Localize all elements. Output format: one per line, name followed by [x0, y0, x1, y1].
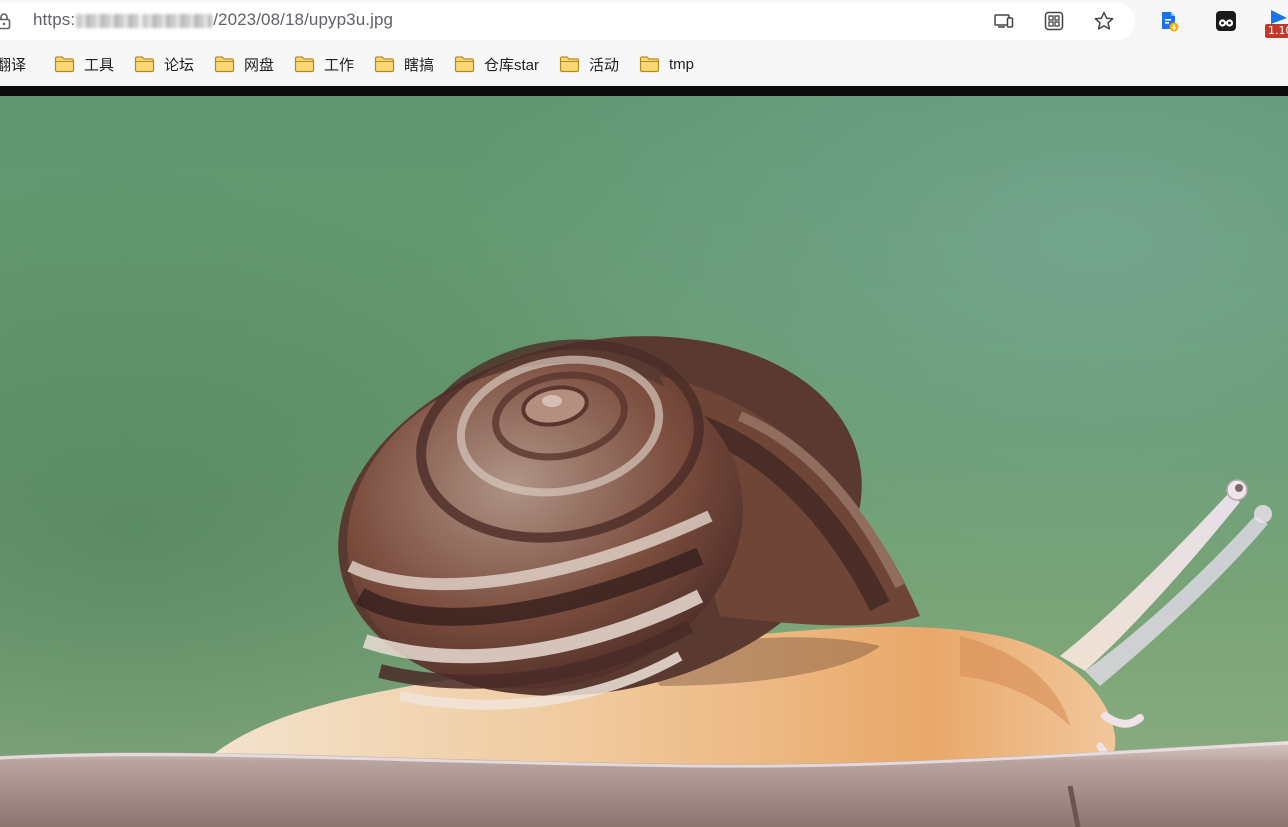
url-text[interactable]: https: /2023/08/18/upyp3u.jpg: [33, 10, 393, 30]
lock-icon[interactable]: [0, 12, 13, 30]
star-bookmark-icon[interactable]: [1093, 10, 1115, 32]
bookmark-label: 工作: [324, 56, 355, 74]
snail-photo: [0, 96, 1288, 827]
bookmark-label: 翻译: [0, 56, 27, 74]
bookmark-folder-netdisk[interactable]: 网盘: [214, 53, 274, 75]
folder-icon: [639, 56, 660, 73]
bookmark-folder-work[interactable]: 工作: [294, 53, 354, 75]
address-bar-row: https: /2023/08/18/upyp3u.jpg 1.10: [0, 0, 1288, 44]
folder-icon: [559, 56, 580, 73]
folder-icon: [294, 56, 315, 73]
folder-icon: [54, 56, 75, 73]
url-prefix: https:: [33, 10, 76, 29]
viewer-top-border: [0, 86, 1288, 96]
apps-grid-icon[interactable]: [1043, 10, 1065, 32]
bookmark-folder-tinker[interactable]: 瞎搞: [374, 53, 434, 75]
extension-badge-count: 1.10: [1265, 24, 1288, 38]
bookmark-label: 活动: [589, 56, 620, 74]
bookmark-label: 瞎搞: [404, 56, 435, 74]
folder-icon: [454, 56, 475, 73]
image-viewer: [0, 96, 1288, 827]
redacted-host-2: [142, 13, 213, 28]
file-download-extension-icon[interactable]: [1158, 10, 1180, 32]
bookmark-folder-forum[interactable]: 论坛: [134, 53, 194, 75]
bookmark-folder-tmp[interactable]: tmp: [639, 53, 694, 75]
folder-icon: [214, 56, 235, 73]
bookmark-folder-tools[interactable]: 工具: [54, 53, 114, 75]
bookmark-label: 网盘: [244, 56, 275, 74]
folder-icon: [374, 56, 395, 73]
bookmark-label: 论坛: [164, 56, 195, 74]
tampermonkey-extension-icon[interactable]: [1215, 10, 1237, 32]
bookmark-label: 工具: [84, 56, 115, 74]
bookmarks-bar: 翻译 工具 论坛 网盘 工作 瞎搞 仓库star 活动 tmp: [0, 44, 1288, 86]
badge-extension-icon[interactable]: 1.10: [1265, 8, 1288, 40]
bookmark-folder-repo-star[interactable]: 仓库star: [454, 53, 539, 75]
bookmark-folder-events[interactable]: 活动: [559, 53, 619, 75]
bookmark-translate[interactable]: 翻译: [0, 53, 26, 75]
bookmark-label: 仓库star: [484, 56, 540, 74]
url-path: /2023/08/18/upyp3u.jpg: [213, 10, 394, 29]
redacted-host: [76, 13, 141, 28]
device-cast-icon[interactable]: [993, 10, 1015, 32]
folder-icon: [134, 56, 155, 73]
bookmark-label: tmp: [669, 55, 695, 73]
